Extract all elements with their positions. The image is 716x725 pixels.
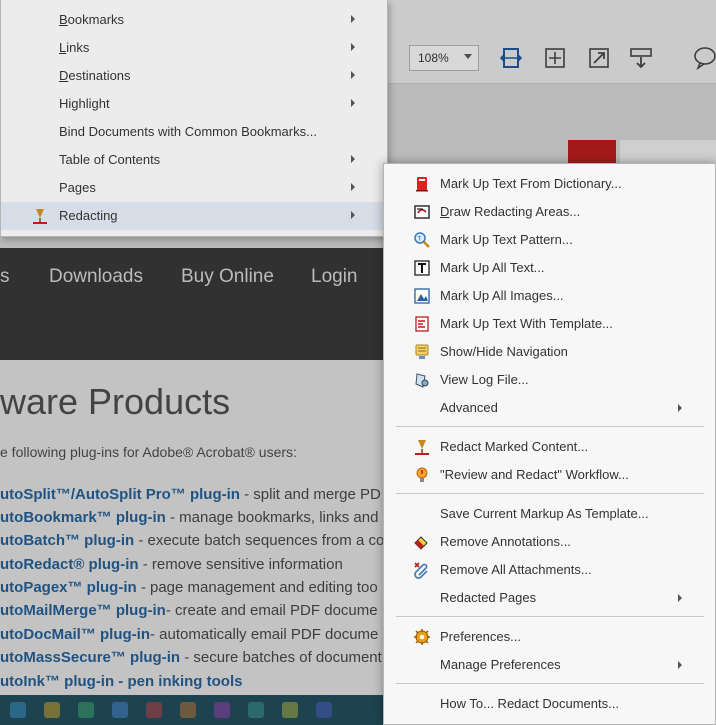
chevron-right-icon [678,661,682,669]
menu-item-label: Destinations [59,68,131,83]
submenu-item-label: Mark Up Text From Dictionary... [440,176,622,191]
plugin-menu: Bookmarks Links Destinations Highlight Bind … [0,0,388,237]
dictionary-icon [413,175,431,193]
submenu-item-preferences[interactable]: Preferences... [384,623,715,651]
menu-item-bind-documents[interactable]: Bind Documents with Common Bookmarks... [1,118,387,146]
menu-item-highlight[interactable]: Highlight [1,90,387,118]
submenu-item-label: Mark Up Text Pattern... [440,232,573,247]
navigation-icon [413,343,431,361]
chevron-right-icon [351,15,355,23]
lightbulb-icon [413,466,431,484]
submenu-item-label: Redact Marked Content... [440,439,589,454]
label-rest: raw Redacting Areas... [449,204,581,219]
submenu-item-view-log-file[interactable]: View Log File... [384,366,715,394]
draw-area-icon [413,203,431,221]
submenu-item-label: Redacted Pages [440,590,537,605]
mnemonic-letter: D [440,204,450,219]
redact-pen-icon [413,438,431,456]
submenu-item-draw-redacting-areas[interactable]: Draw Redacting Areas... [384,198,715,226]
menu-separator [396,493,704,494]
submenu-item-label: Remove All Attachments... [440,562,592,577]
chevron-right-icon [351,99,355,107]
chevron-right-icon [351,211,355,219]
menu-item-redacting[interactable]: Redacting [1,202,387,230]
label-rest: estinations [68,68,131,83]
submenu-item-label: Remove Annotations... [440,534,571,549]
submenu-item-label: Mark Up Text With Template... [440,316,613,331]
menu-item-label: Table of Contents [59,152,161,167]
eraser-icon [413,533,431,551]
menu-item-table-of-contents[interactable]: Table of Contents [1,146,387,174]
menu-separator [396,426,704,427]
mnemonic-letter: B [59,12,68,27]
redacting-submenu: Mark Up Text From Dictionary... Draw Reda… [383,163,716,725]
submenu-item-review-and-redact[interactable]: "Review and Redact" Workflow... [384,461,715,489]
submenu-item-mark-up-all-text[interactable]: Mark Up All Text... [384,254,715,282]
submenu-item-how-to-redact[interactable]: How To... Redact Documents... [384,690,715,718]
chevron-right-icon [351,183,355,191]
menu-separator [396,616,704,617]
menu-item-bookmarks[interactable]: Bookmarks [1,6,387,34]
submenu-item-label: Mark Up All Images... [440,288,564,303]
template-icon [413,315,431,333]
menu-item-pages[interactable]: Pages [1,174,387,202]
paperclip-x-icon [413,561,431,579]
menu-separator [396,683,704,684]
label-rest: ookmarks [67,12,125,27]
submenu-item-remove-annotations[interactable]: Remove Annotations... [384,528,715,556]
log-file-icon [413,371,431,389]
chevron-right-icon [351,43,355,51]
menu-item-label: Links [59,40,89,55]
submenu-item-label: Save Current Markup As Template... [440,506,649,521]
text-t-icon [413,259,431,277]
menu-item-label: Bind Documents with Common Bookmarks... [59,124,317,139]
menu-item-label: Redacting [59,208,118,223]
submenu-item-redact-marked-content[interactable]: Redact Marked Content... [384,433,715,461]
submenu-item-mark-up-text-pattern[interactable]: T Mark Up Text Pattern... [384,226,715,254]
submenu-item-manage-preferences[interactable]: Manage Preferences [384,651,715,679]
chevron-right-icon [678,404,682,412]
submenu-item-label: View Log File... [440,372,529,387]
chevron-right-icon [678,594,682,602]
submenu-item-label: "Review and Redact" Workflow... [440,467,629,482]
text-pattern-icon: T [413,231,431,249]
menu-item-links[interactable]: Links [1,34,387,62]
menu-item-destinations[interactable]: Destinations [1,62,387,90]
submenu-item-show-hide-navigation[interactable]: Show/Hide Navigation [384,338,715,366]
submenu-item-mark-up-all-images[interactable]: Mark Up All Images... [384,282,715,310]
chevron-right-icon [351,71,355,79]
submenu-item-advanced[interactable]: Advanced [384,394,715,422]
submenu-item-label: Draw Redacting Areas... [440,204,580,219]
image-icon [413,287,431,305]
submenu-item-remove-all-attachments[interactable]: Remove All Attachments... [384,556,715,584]
submenu-item-save-markup-as-template[interactable]: Save Current Markup As Template... [384,500,715,528]
mnemonic-letter: D [59,68,69,83]
submenu-item-label: Mark Up All Text... [440,260,545,275]
menu-item-label: Highlight [59,96,110,111]
submenu-item-label: Show/Hide Navigation [440,344,568,359]
submenu-item-label: Preferences... [440,629,521,644]
submenu-item-mark-up-with-template[interactable]: Mark Up Text With Template... [384,310,715,338]
menu-item-label: Pages [59,180,96,195]
label-rest: inks [66,40,90,55]
menu-item-label: Bookmarks [59,12,124,27]
submenu-item-label: Advanced [440,400,498,415]
submenu-item-label: Manage Preferences [440,657,561,672]
gear-icon [413,628,431,646]
submenu-item-redacted-pages[interactable]: Redacted Pages [384,584,715,612]
submenu-item-mark-up-from-dictionary[interactable]: Mark Up Text From Dictionary... [384,170,715,198]
redact-pen-icon [31,207,49,225]
chevron-right-icon [351,155,355,163]
svg-text:T: T [417,236,422,243]
submenu-item-label: How To... Redact Documents... [440,696,619,711]
